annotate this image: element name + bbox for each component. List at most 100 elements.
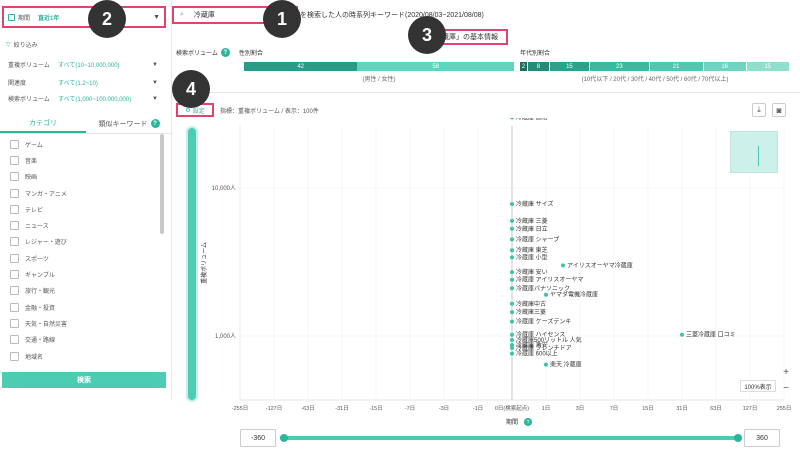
category-item[interactable]: 映画: [0, 169, 160, 185]
data-point-label: 三菱冷蔵庫 口コミ: [686, 331, 736, 339]
checkbox[interactable]: [10, 188, 19, 198]
range-slider-track[interactable]: [280, 436, 740, 440]
checkbox[interactable]: [10, 351, 19, 361]
x-tick-label: -31日: [335, 405, 348, 412]
x-tick-label: -63日: [301, 405, 314, 412]
filter-search-volume[interactable]: 検索ボリューム すべて(1,000~100,000,000) ▼: [8, 94, 158, 104]
checkbox[interactable]: [10, 253, 19, 263]
calendar-icon: [8, 13, 15, 21]
checkbox[interactable]: [10, 139, 19, 149]
search-button[interactable]: 検索: [2, 372, 166, 388]
period-select[interactable]: 期間 直近1年 ▼: [2, 6, 166, 28]
category-item[interactable]: レジャー・遊び: [0, 234, 160, 250]
category-item[interactable]: 音楽: [0, 152, 160, 168]
checkbox[interactable]: [10, 270, 19, 280]
filter-relevance[interactable]: 関連度 すべて(1.2~10) ▼: [8, 78, 158, 88]
range-slider-max-handle[interactable]: [734, 434, 742, 442]
download-icon[interactable]: ⤓: [752, 103, 766, 117]
data-point: [510, 118, 514, 120]
category-item[interactable]: 金融・投資: [0, 299, 160, 315]
category-label: 旅行・観光: [25, 289, 56, 296]
zoom-out-button[interactable]: −: [778, 380, 794, 396]
category-item[interactable]: 天気・自然災害: [0, 315, 160, 331]
x-axis-title: 期間: [506, 418, 518, 426]
category-label: 映画: [25, 175, 38, 182]
metric-info: 指標：重複ボリューム / 表示：100件: [220, 109, 319, 115]
gender-caption: (男性 / 女性): [362, 77, 396, 83]
x-tick-label: -127日: [266, 405, 283, 412]
tab-similar-keywords[interactable]: 類似キーワード?: [86, 114, 172, 133]
data-point-label: 冷蔵庫 サイズ: [516, 200, 554, 208]
x-tick-label: 1日: [542, 405, 551, 412]
category-scrollbar[interactable]: [160, 134, 164, 234]
checkbox[interactable]: [10, 286, 19, 296]
category-item[interactable]: スポーツ: [0, 250, 160, 266]
checkbox[interactable]: [10, 172, 19, 182]
range-max-field[interactable]: 360: [744, 429, 780, 447]
data-point-label: 楽天 冷蔵庫: [550, 361, 582, 369]
data-point-label: 冷蔵庫 日立: [516, 225, 548, 233]
data-point: [544, 362, 548, 367]
x-tick-label: 63日: [710, 405, 722, 412]
gender-bar: 42 58: [244, 62, 514, 71]
zoom-in-button[interactable]: +: [778, 364, 794, 380]
x-tick-label: 127日: [743, 405, 758, 412]
checkbox[interactable]: [10, 221, 19, 231]
category-label: ニュース: [25, 224, 49, 231]
x-tick-label: -255日: [232, 405, 249, 412]
data-point-label: 冷蔵庫 価格: [516, 118, 548, 121]
data-point: [510, 337, 514, 342]
checkbox[interactable]: [10, 204, 19, 214]
category-item[interactable]: ニュース: [0, 217, 160, 233]
data-point: [510, 301, 514, 306]
age-seg: 15: [746, 62, 790, 71]
age-seg: 23: [590, 62, 650, 71]
data-point: [510, 345, 514, 350]
checkbox[interactable]: [10, 318, 19, 328]
category-item[interactable]: ゲーム: [0, 136, 160, 152]
data-point-label: 冷蔵庫中古: [516, 300, 546, 308]
data-point-label: 冷蔵庫 安い: [516, 268, 548, 276]
category-item[interactable]: テレビ: [0, 201, 160, 217]
data-point: [544, 292, 548, 297]
category-item[interactable]: マンガ・アニメ: [0, 185, 160, 201]
category-item[interactable]: ギャンブル: [0, 266, 160, 282]
category-label: ゲーム: [25, 142, 43, 149]
badge-2: 2: [88, 0, 126, 38]
checkbox[interactable]: [10, 237, 19, 247]
category-item[interactable]: 交通・路線: [0, 332, 160, 348]
data-point: [510, 310, 514, 315]
age-seg: 8: [528, 62, 550, 71]
range-min-field[interactable]: -360: [240, 429, 276, 447]
age-seg: 2: [520, 62, 529, 71]
divider: [172, 92, 800, 93]
tab-category[interactable]: カテゴリ: [0, 114, 86, 133]
filter-volume[interactable]: 重複ボリューム すべて(10~10,000,000) ▼: [8, 60, 158, 70]
data-point-label: 冷蔵庫 600以上: [516, 350, 558, 358]
help-icon[interactable]: ?: [220, 48, 230, 57]
range-slider-min-handle[interactable]: [280, 434, 288, 442]
scatter-chart: 10,000人 1,000人 -255日 -127日 -63日 -31日 -15日 -7日 -3…: [200, 118, 791, 426]
chevron-down-icon: ▼: [152, 79, 158, 86]
data-point-label: 冷蔵庫 三菱: [516, 217, 548, 225]
checkbox[interactable]: [10, 155, 19, 165]
data-point: [510, 255, 514, 260]
age-bar: 2 8 15 23 21 16 15: [520, 62, 790, 71]
checkbox[interactable]: [10, 302, 19, 312]
camera-icon[interactable]: ◙: [772, 103, 786, 117]
gender-male: 42: [244, 62, 358, 71]
data-point: [510, 226, 514, 231]
x-tick-label: 15日: [642, 405, 654, 412]
help-icon[interactable]: ?: [150, 119, 160, 128]
category-item[interactable]: 地域名: [0, 348, 160, 364]
category-item[interactable]: 旅行・観光: [0, 283, 160, 299]
zoom-level: 100%表示: [740, 380, 776, 392]
vertical-scroll-thumb[interactable]: [188, 128, 196, 400]
data-point: [510, 270, 514, 275]
checkbox[interactable]: [10, 335, 19, 345]
x-tick-label: 7日: [610, 405, 619, 412]
y-tick-label: 10,000人: [212, 185, 236, 192]
minimap[interactable]: [730, 131, 778, 173]
data-point-label: 冷蔵庫 ケーズデンキ: [516, 318, 571, 326]
x-tick-label: 3日: [576, 405, 585, 412]
